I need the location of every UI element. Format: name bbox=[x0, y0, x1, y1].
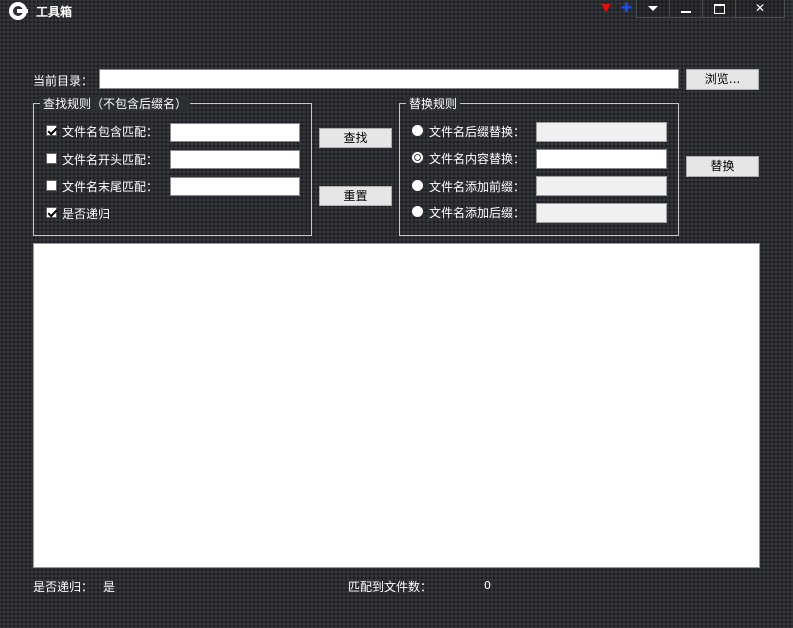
status-recursive-label: 是否递归： bbox=[33, 580, 94, 594]
reset-button[interactable]: 重置 bbox=[319, 186, 392, 206]
starts-with-input[interactable] bbox=[170, 150, 300, 169]
chevron-down-icon bbox=[648, 6, 658, 11]
minimize-button[interactable] bbox=[669, 0, 703, 18]
maximize-button[interactable] bbox=[702, 0, 736, 18]
content-replace-label: 文件名内容替换： bbox=[429, 152, 526, 166]
results-list[interactable] bbox=[33, 243, 760, 568]
add-suffix-input[interactable] bbox=[536, 203, 667, 223]
suffix-replace-radio[interactable] bbox=[412, 125, 423, 136]
find-rules-title: 查找规则（不包含后缀名） bbox=[40, 95, 191, 112]
close-button[interactable]: ✕ bbox=[735, 0, 785, 18]
suffix-replace-label: 文件名后缀替换： bbox=[429, 125, 526, 139]
current-dir-label: 当前目录： bbox=[33, 74, 94, 88]
starts-with-label: 文件名开头匹配： bbox=[62, 153, 159, 167]
suffix-replace-input[interactable] bbox=[536, 122, 667, 142]
recursive-label: 是否递归 bbox=[62, 207, 111, 221]
minimize-icon bbox=[681, 10, 691, 13]
skin-dots-icon[interactable]: ✚ bbox=[601, 2, 633, 15]
window-title: 工具箱 bbox=[36, 5, 73, 19]
starts-with-checkbox[interactable] bbox=[46, 153, 57, 164]
add-suffix-label: 文件名添加后缀： bbox=[429, 206, 526, 220]
add-prefix-radio[interactable] bbox=[412, 180, 423, 191]
replace-button[interactable]: 替换 bbox=[686, 156, 759, 177]
add-prefix-label: 文件名添加前缀： bbox=[429, 180, 526, 194]
status-match-count-label: 匹配到文件数： bbox=[348, 580, 433, 594]
content-replace-input[interactable] bbox=[536, 149, 667, 169]
contains-match-checkbox[interactable] bbox=[46, 125, 57, 136]
browse-button[interactable]: 浏览... bbox=[686, 69, 759, 90]
find-button[interactable]: 查找 bbox=[319, 128, 392, 148]
current-dir-input[interactable] bbox=[99, 69, 679, 89]
ends-with-input[interactable] bbox=[170, 177, 300, 196]
menu-dropdown-button[interactable] bbox=[636, 0, 670, 18]
recursive-checkbox[interactable] bbox=[46, 207, 57, 218]
add-prefix-input[interactable] bbox=[536, 176, 667, 196]
add-suffix-radio[interactable] bbox=[412, 206, 423, 217]
close-icon: ✕ bbox=[754, 1, 766, 15]
ends-with-label: 文件名末尾匹配： bbox=[62, 180, 159, 194]
content-replace-radio[interactable] bbox=[412, 152, 423, 163]
maximize-icon bbox=[713, 3, 725, 14]
status-recursive-value: 是 bbox=[103, 580, 116, 594]
app-logo-icon bbox=[9, 2, 28, 20]
contains-match-input[interactable] bbox=[170, 123, 300, 142]
replace-rules-title: 替换规则 bbox=[406, 95, 461, 112]
ends-with-checkbox[interactable] bbox=[46, 180, 57, 191]
contains-match-label: 文件名包含匹配： bbox=[62, 125, 159, 139]
status-match-count-value: 0 bbox=[484, 579, 491, 592]
